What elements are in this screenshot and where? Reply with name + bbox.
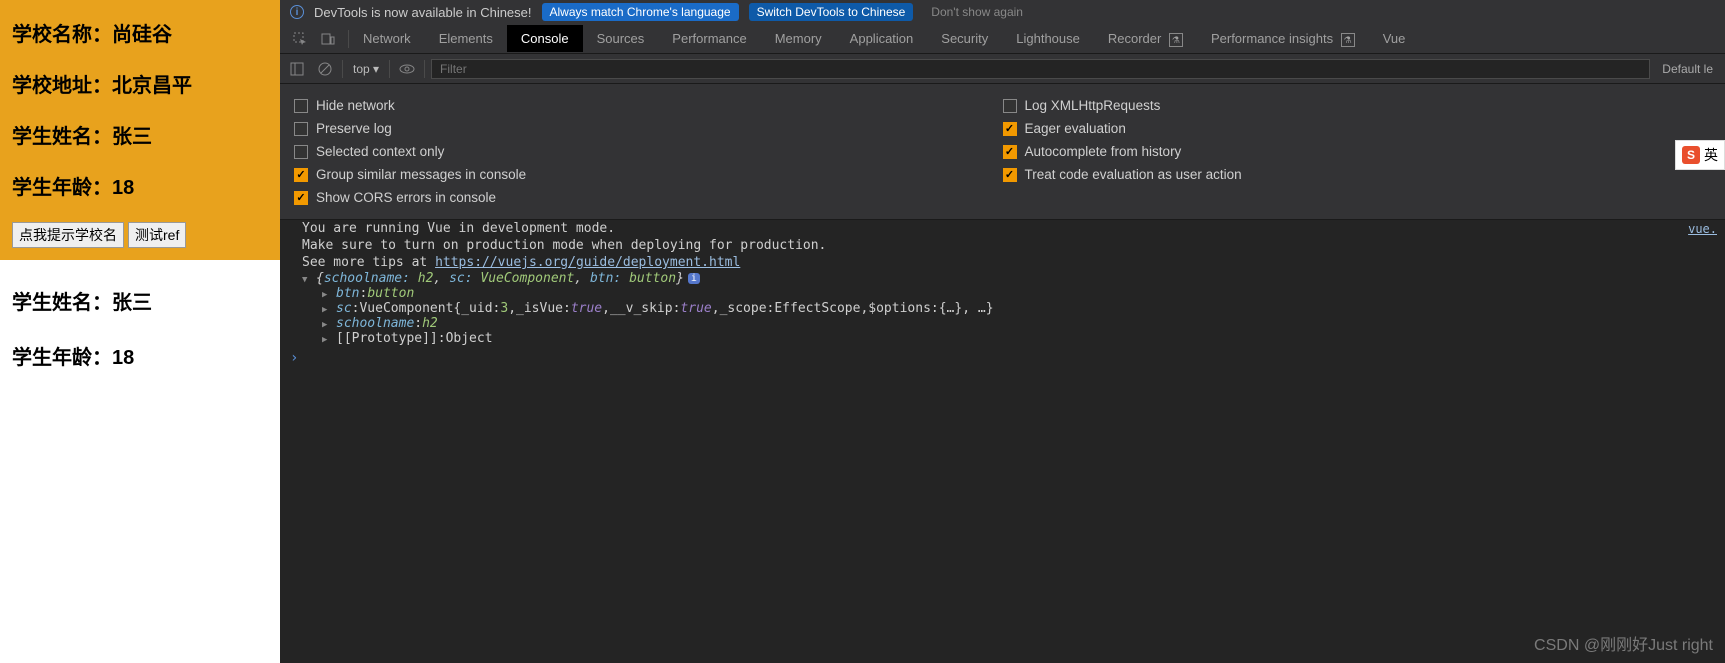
- student-age-row-2: 学生年龄：18: [12, 341, 268, 370]
- object-prototype[interactable]: [[Prototype]]: Object: [280, 331, 1725, 346]
- tab-vue[interactable]: Vue: [1369, 25, 1420, 52]
- always-match-button[interactable]: Always match Chrome's language: [542, 3, 739, 21]
- caret-down-icon[interactable]: [302, 271, 312, 286]
- eager-eval-checkbox[interactable]: [1003, 122, 1017, 136]
- group-similar-label: Group similar messages in console: [316, 167, 526, 182]
- test-ref-button[interactable]: 测试ref: [128, 222, 186, 248]
- console-toolbar: top ▾ Default le: [280, 54, 1725, 84]
- school-addr-row: 学校地址：北京昌平: [12, 69, 268, 98]
- console-settings: Hide network Preserve log Selected conte…: [280, 84, 1725, 220]
- log-line: See more tips at https://vuejs.org/guide…: [280, 254, 1725, 271]
- flask-icon: ⚗: [1341, 33, 1355, 47]
- log-xhr-checkbox[interactable]: [1003, 99, 1017, 113]
- console-prompt[interactable]: ›: [280, 346, 1725, 370]
- filter-input[interactable]: [431, 59, 1650, 79]
- tab-console[interactable]: Console: [507, 25, 583, 52]
- log-line: Make sure to turn on production mode whe…: [280, 237, 1725, 254]
- tab-sources[interactable]: Sources: [583, 25, 659, 52]
- tab-application[interactable]: Application: [836, 25, 928, 52]
- student-age-row: 学生年龄：18: [12, 171, 268, 200]
- preserve-log-checkbox[interactable]: [294, 122, 308, 136]
- watermark: CSDN @刚刚好Just right: [1534, 631, 1713, 655]
- show-cors-checkbox[interactable]: [294, 191, 308, 205]
- tab-network[interactable]: Network: [349, 25, 425, 52]
- selected-context-checkbox[interactable]: [294, 145, 308, 159]
- live-expression-icon[interactable]: [396, 58, 418, 80]
- info-icon: i: [290, 5, 304, 19]
- devtools-tabs: Network Elements Console Sources Perform…: [280, 24, 1725, 54]
- sogou-icon: S: [1682, 146, 1700, 164]
- info-text: DevTools is now available in Chinese!: [314, 5, 532, 20]
- alert-school-button[interactable]: 点我提示学校名: [12, 222, 124, 248]
- tab-elements[interactable]: Elements: [425, 25, 507, 52]
- log-levels-select[interactable]: Default le: [1656, 62, 1719, 76]
- ime-indicator[interactable]: S 英: [1675, 140, 1725, 170]
- group-similar-checkbox[interactable]: [294, 168, 308, 182]
- caret-right-icon[interactable]: [322, 331, 332, 346]
- preserve-log-label: Preserve log: [316, 121, 392, 136]
- tab-memory[interactable]: Memory: [761, 25, 836, 52]
- student-box: 学生姓名：张三 学生年龄：18: [0, 260, 280, 414]
- hide-network-checkbox[interactable]: [294, 99, 308, 113]
- flask-icon: ⚗: [1169, 33, 1183, 47]
- language-info-bar: i DevTools is now available in Chinese! …: [280, 0, 1725, 24]
- info-badge-icon[interactable]: i: [688, 273, 700, 284]
- school-name-row: 学校名称：尚硅谷: [12, 18, 268, 47]
- eager-eval-label: Eager evaluation: [1025, 121, 1126, 136]
- app-panel: 学校名称：尚硅谷 学校地址：北京昌平 学生姓名：张三 学生年龄：18 点我提示学…: [0, 0, 280, 663]
- clear-console-icon[interactable]: [314, 58, 336, 80]
- autocomplete-label: Autocomplete from history: [1025, 144, 1182, 159]
- selected-context-label: Selected context only: [316, 144, 444, 159]
- dont-show-button[interactable]: Don't show again: [923, 3, 1031, 21]
- device-icon[interactable]: [320, 31, 336, 47]
- caret-right-icon[interactable]: [322, 316, 332, 331]
- context-select[interactable]: top ▾: [349, 62, 383, 76]
- ime-lang: 英: [1704, 145, 1718, 165]
- deployment-link[interactable]: https://vuejs.org/guide/deployment.html: [435, 255, 740, 270]
- log-xhr-label: Log XMLHttpRequests: [1025, 98, 1161, 113]
- treat-code-checkbox[interactable]: [1003, 168, 1017, 182]
- devtools-panel: i DevTools is now available in Chinese! …: [280, 0, 1725, 663]
- school-box: 学校名称：尚硅谷 学校地址：北京昌平 学生姓名：张三 学生年龄：18 点我提示学…: [0, 0, 280, 260]
- caret-right-icon[interactable]: [322, 286, 332, 301]
- tab-security[interactable]: Security: [927, 25, 1002, 52]
- autocomplete-checkbox[interactable]: [1003, 145, 1017, 159]
- treat-code-label: Treat code evaluation as user action: [1025, 167, 1242, 182]
- object-prop-btn[interactable]: btn: button: [280, 286, 1725, 301]
- hide-network-label: Hide network: [316, 98, 395, 113]
- student-name-row: 学生姓名：张三: [12, 120, 268, 149]
- inspect-icon[interactable]: [292, 31, 308, 47]
- switch-chinese-button[interactable]: Switch DevTools to Chinese: [749, 3, 914, 21]
- tab-recorder[interactable]: Recorder ⚗: [1094, 25, 1197, 53]
- log-line: You are running Vue in development mode.: [280, 220, 1725, 237]
- student-name-row-2: 学生姓名：张三: [12, 286, 268, 315]
- console-output: vue. You are running Vue in development …: [280, 220, 1725, 663]
- tab-performance[interactable]: Performance: [658, 25, 760, 52]
- object-summary[interactable]: {schoolname: h2, sc: VueComponent, btn: …: [280, 271, 1725, 286]
- tab-performance-insights[interactable]: Performance insights ⚗: [1197, 25, 1369, 53]
- tab-lighthouse[interactable]: Lighthouse: [1002, 25, 1094, 52]
- object-prop-schoolname[interactable]: schoolname: h2: [280, 316, 1725, 331]
- object-prop-sc[interactable]: sc: VueComponent {_uid: 3, _isVue: true,…: [280, 301, 1725, 316]
- show-cors-label: Show CORS errors in console: [316, 190, 496, 205]
- caret-right-icon[interactable]: [322, 301, 332, 316]
- sidebar-toggle-icon[interactable]: [286, 58, 308, 80]
